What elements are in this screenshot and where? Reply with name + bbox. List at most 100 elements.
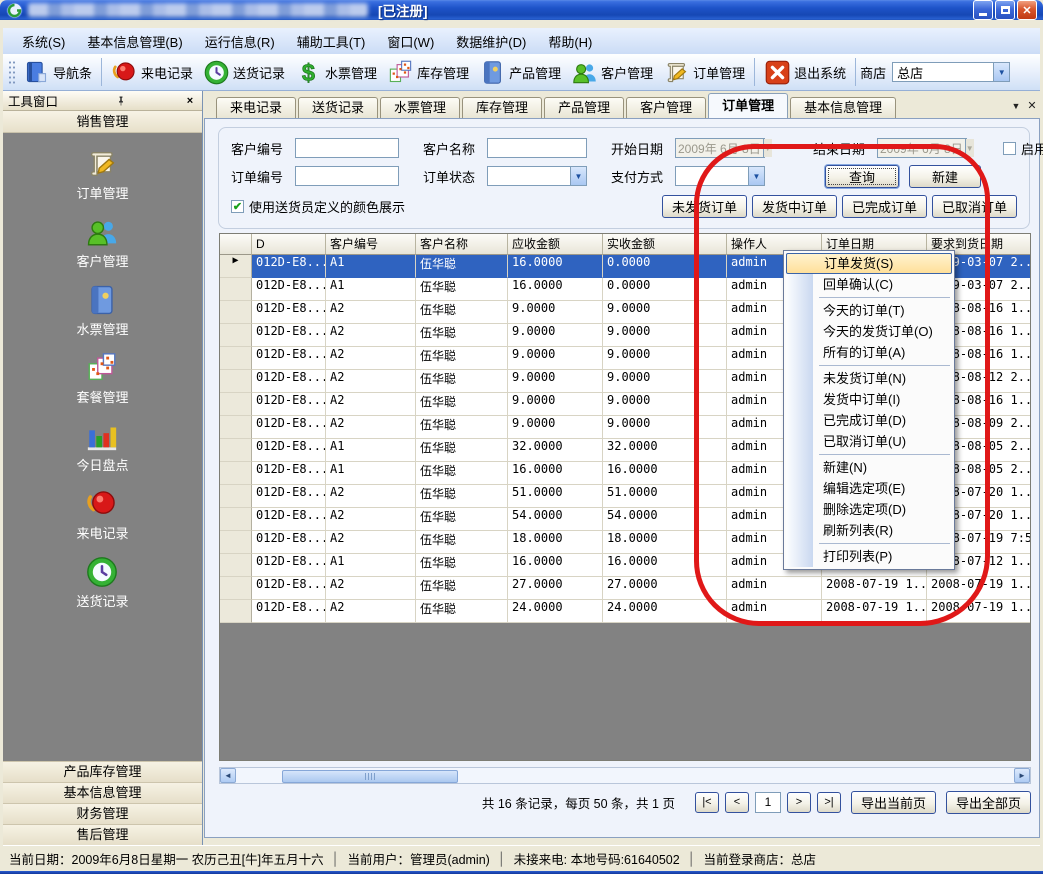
- tab-3[interactable]: 库存管理: [462, 97, 542, 118]
- table-row[interactable]: 012D-E8...A2伍华聪24.000024.0000admin2008-0…: [220, 600, 1030, 623]
- toolbar-customer-mgmt-button[interactable]: 客户管理: [566, 57, 658, 88]
- scrollbar-thumb[interactable]: [282, 770, 458, 783]
- menu-item-3[interactable]: 辅助工具(T): [286, 29, 377, 54]
- context-menu-item-14[interactable]: 删除选定项(D): [786, 499, 952, 520]
- horizontal-scrollbar[interactable]: ◄ ►: [219, 767, 1031, 784]
- toolbar-grip[interactable]: [8, 60, 15, 84]
- tab-list-dropdown-icon[interactable]: ▼: [1008, 98, 1024, 113]
- toolbar-order-mgmt-button[interactable]: 订单管理: [658, 57, 750, 88]
- sidebar-item-today-stocktake[interactable]: 今日盘点: [76, 419, 128, 474]
- menu-item-5[interactable]: 数据维护(D): [445, 29, 537, 54]
- toolbar-inventory-mgmt-button[interactable]: 库存管理: [382, 57, 474, 88]
- chevron-down-icon[interactable]: ▼: [748, 167, 764, 185]
- tab-1[interactable]: 送货记录: [298, 97, 378, 118]
- sidebar-item-delivery-records[interactable]: 送货记录: [76, 555, 128, 610]
- last-page-button[interactable]: >|: [817, 792, 841, 813]
- sidebar-item-customer-mgmt[interactable]: 客户管理: [76, 215, 128, 270]
- order-status-filter-button-1[interactable]: 发货中订单: [752, 195, 837, 218]
- tab-7[interactable]: 基本信息管理: [790, 97, 896, 118]
- order-status-filter-button-0[interactable]: 未发货订单: [662, 195, 747, 218]
- row-selector[interactable]: [220, 370, 252, 393]
- menu-item-0[interactable]: 系统(S): [11, 29, 76, 54]
- row-selector[interactable]: [220, 416, 252, 439]
- sidebar-item-water-ticket-mgmt[interactable]: 水票管理: [76, 283, 128, 338]
- tab-close-icon[interactable]: ✕: [1024, 98, 1040, 113]
- context-menu-item-3[interactable]: 今天的订单(T): [786, 300, 952, 321]
- grid-column-header-1[interactable]: 客户编号: [326, 234, 416, 255]
- toolbar-exit-system-button[interactable]: 退出系统: [759, 57, 851, 88]
- color-display-checkbox[interactable]: ✔: [231, 200, 244, 213]
- chevron-down-icon[interactable]: ▼: [570, 167, 586, 185]
- pay-method-select[interactable]: ▼: [675, 166, 765, 186]
- grid-column-header-3[interactable]: 应收金额: [508, 234, 603, 255]
- row-selector[interactable]: [220, 324, 252, 347]
- toolbar-navigation-bar-button[interactable]: 导航条: [18, 57, 97, 88]
- minimize-button[interactable]: [973, 0, 993, 20]
- end-date-picker[interactable]: 2009年 6月 8日 ▼: [877, 138, 967, 158]
- row-selector[interactable]: [220, 393, 252, 416]
- row-selector[interactable]: [220, 554, 252, 577]
- customer-name-input[interactable]: [487, 138, 587, 158]
- chevron-down-icon[interactable]: ▼: [993, 63, 1009, 81]
- sidebar-item-package-mgmt[interactable]: 套餐管理: [76, 351, 128, 406]
- maximize-button[interactable]: [995, 0, 1015, 20]
- sidebar-item-call-records[interactable]: 来电记录: [76, 487, 128, 542]
- row-selector[interactable]: [220, 577, 252, 600]
- export-current-page-button[interactable]: 导出当前页: [851, 791, 936, 814]
- grid-column-header-2[interactable]: 客户名称: [416, 234, 508, 255]
- context-menu-item-12[interactable]: 新建(N): [786, 457, 952, 478]
- prev-page-button[interactable]: <: [725, 792, 749, 813]
- order-status-filter-button-2[interactable]: 已完成订单: [842, 195, 927, 218]
- row-selector[interactable]: ▶: [220, 255, 252, 278]
- customer-no-input[interactable]: [295, 138, 399, 158]
- tab-4[interactable]: 产品管理: [544, 97, 624, 118]
- context-menu-item-0[interactable]: 订单发货(S): [786, 253, 952, 274]
- sidebar-item-order-mgmt[interactable]: 订单管理: [76, 147, 128, 202]
- toolbar-delivery-records-button[interactable]: 送货记录: [198, 57, 290, 88]
- order-status-filter-button-3[interactable]: 已取消订单: [932, 195, 1017, 218]
- next-page-button[interactable]: >: [787, 792, 811, 813]
- tab-6[interactable]: 订单管理: [708, 93, 788, 118]
- context-menu-item-15[interactable]: 刷新列表(R): [786, 520, 952, 541]
- row-selector[interactable]: [220, 439, 252, 462]
- sidebar-section-sales[interactable]: 销售管理: [3, 111, 202, 133]
- row-selector[interactable]: [220, 485, 252, 508]
- scroll-right-icon[interactable]: ►: [1014, 768, 1030, 783]
- menu-item-6[interactable]: 帮助(H): [537, 29, 603, 54]
- context-menu-item-8[interactable]: 发货中订单(I): [786, 389, 952, 410]
- close-panel-icon[interactable]: ×: [183, 94, 197, 108]
- order-no-input[interactable]: [295, 166, 399, 186]
- toolbar-product-mgmt-button[interactable]: 产品管理: [474, 57, 566, 88]
- new-button[interactable]: 新建: [909, 165, 981, 188]
- context-menu-item-5[interactable]: 所有的订单(A): [786, 342, 952, 363]
- table-row[interactable]: 012D-E8...A2伍华聪27.000027.0000admin2008-0…: [220, 577, 1030, 600]
- tab-5[interactable]: 客户管理: [626, 97, 706, 118]
- pin-icon[interactable]: [114, 94, 128, 108]
- first-page-button[interactable]: |<: [695, 792, 719, 813]
- start-date-picker[interactable]: 2009年 6月 8日 ▼: [675, 138, 765, 158]
- tab-0[interactable]: 来电记录: [216, 97, 296, 118]
- row-selector[interactable]: [220, 278, 252, 301]
- sidebar-section-0[interactable]: 产品库存管理: [3, 761, 202, 782]
- tab-2[interactable]: 水票管理: [380, 97, 460, 118]
- menu-item-4[interactable]: 窗口(W): [376, 29, 445, 54]
- row-selector[interactable]: [220, 508, 252, 531]
- shop-select[interactable]: 总店 ▼: [892, 62, 1010, 82]
- export-all-pages-button[interactable]: 导出全部页: [946, 791, 1031, 814]
- row-selector[interactable]: [220, 462, 252, 485]
- context-menu-item-4[interactable]: 今天的发货订单(O): [786, 321, 952, 342]
- context-menu-item-1[interactable]: 回单确认(C): [786, 274, 952, 295]
- query-button[interactable]: 查询: [825, 165, 899, 188]
- sidebar-section-2[interactable]: 财务管理: [3, 803, 202, 824]
- context-menu-item-17[interactable]: 打印列表(P): [786, 546, 952, 567]
- sidebar-section-1[interactable]: 基本信息管理: [3, 782, 202, 803]
- row-selector[interactable]: [220, 347, 252, 370]
- sidebar-section-3[interactable]: 售后管理: [3, 824, 202, 845]
- context-menu-item-10[interactable]: 已取消订单(U): [786, 431, 952, 452]
- grid-column-header-4[interactable]: 实收金额: [603, 234, 727, 255]
- order-status-select[interactable]: ▼: [487, 166, 587, 186]
- enable-checkbox[interactable]: [1003, 142, 1016, 155]
- context-menu-item-9[interactable]: 已完成订单(D): [786, 410, 952, 431]
- menu-item-1[interactable]: 基本信息管理(B): [76, 29, 193, 54]
- context-menu-item-13[interactable]: 编辑选定项(E): [786, 478, 952, 499]
